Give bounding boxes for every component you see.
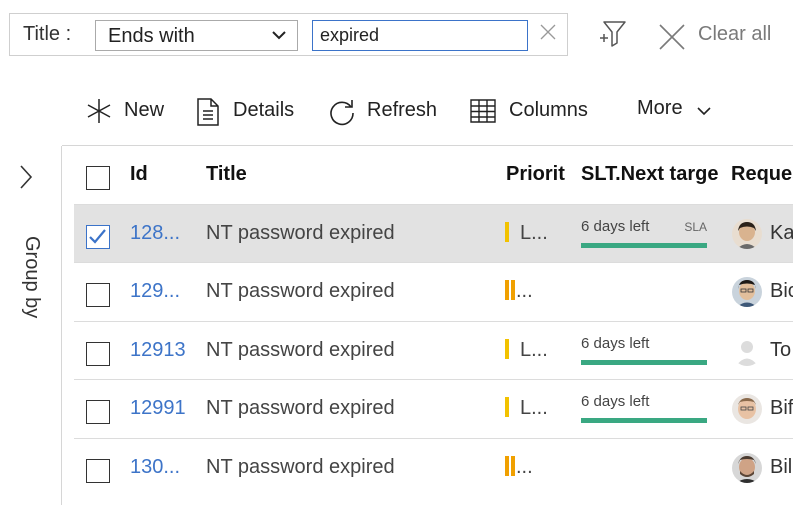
avatar — [732, 219, 762, 249]
row-title: NT password expired — [206, 397, 395, 419]
chevron-right-icon[interactable] — [17, 164, 35, 190]
column-header-requester[interactable]: Reques — [731, 163, 793, 186]
row-id-link[interactable]: 130... — [130, 456, 180, 479]
close-icon — [659, 24, 685, 50]
filter-operator-value: Ends with — [108, 25, 195, 47]
priority-indicator — [505, 339, 509, 359]
row-requester: Ka — [770, 222, 793, 244]
row-title: NT password expired — [206, 456, 395, 478]
grid-header: Id Title Priorit SLT.Next targe Reques — [74, 146, 793, 204]
sla-indicator: 6 days left SLA — [581, 218, 707, 248]
refresh-icon — [330, 100, 354, 126]
row-checkbox[interactable] — [86, 459, 110, 483]
sla-progress-bar — [581, 243, 707, 248]
priority-indicator — [511, 280, 515, 300]
table-icon — [470, 99, 496, 123]
column-header-sla[interactable]: SLT.Next targe — [581, 163, 723, 186]
filter-field-label: Title : — [23, 23, 72, 45]
row-priority: L... — [520, 397, 548, 419]
row-id-link[interactable]: 12913 — [130, 339, 186, 362]
row-checkbox[interactable] — [86, 400, 110, 424]
avatar — [732, 277, 762, 307]
row-requester: Bif — [770, 397, 793, 419]
more-label: More — [637, 97, 683, 119]
priority-indicator — [505, 397, 509, 417]
asterisk-icon — [87, 99, 111, 123]
avatar — [732, 453, 762, 483]
column-header-id[interactable]: Id — [130, 163, 148, 186]
row-id-link[interactable]: 129... — [130, 280, 180, 303]
row-priority: L... — [520, 222, 548, 244]
row-checkbox[interactable] — [86, 225, 110, 249]
row-priority: L... — [520, 339, 548, 361]
group-by-label: Group by — [21, 236, 43, 319]
row-checkbox[interactable] — [86, 283, 110, 307]
row-priority: ... — [516, 456, 533, 478]
details-label: Details — [233, 99, 295, 121]
select-all-checkbox[interactable] — [86, 166, 110, 190]
row-id-link[interactable]: 128... — [130, 222, 180, 245]
priority-indicator — [505, 222, 509, 242]
table-row[interactable]: 128... NT password expired L... 6 days l… — [74, 204, 793, 262]
column-header-priority[interactable]: Priorit — [506, 163, 570, 186]
more-button[interactable]: More — [637, 96, 717, 126]
filter-value-input[interactable] — [312, 20, 528, 51]
chevron-down-icon — [272, 31, 286, 40]
sla-indicator: 6 days left — [581, 393, 707, 423]
avatar — [732, 336, 762, 366]
row-title: NT password expired — [206, 339, 395, 361]
sla-progress-bar — [581, 418, 707, 423]
new-label: New — [124, 99, 165, 121]
filter-operator-select[interactable]: Ends with — [95, 20, 298, 51]
column-header-title[interactable]: Title — [206, 163, 247, 186]
row-id-link[interactable]: 12991 — [130, 397, 186, 420]
sla-tag: SLA — [684, 220, 707, 234]
row-requester: To — [770, 339, 792, 361]
row-requester: Bic — [770, 280, 793, 302]
filter-bar: Title : Ends with — [9, 13, 568, 56]
document-icon — [197, 98, 219, 126]
sla-remaining: 6 days left — [581, 218, 650, 235]
row-checkbox[interactable] — [86, 342, 110, 366]
table-row[interactable]: 12913 NT password expired L... 6 days le… — [74, 321, 793, 379]
add-filter-icon[interactable] — [598, 19, 628, 49]
sla-indicator: 6 days left — [581, 335, 707, 365]
table-row[interactable]: 12991 NT password expired L... 6 days le… — [74, 379, 793, 437]
priority-indicator — [505, 456, 509, 476]
records-grid: Id Title Priorit SLT.Next targe Reques 1… — [74, 146, 793, 505]
columns-label: Columns — [509, 99, 588, 121]
refresh-label: Refresh — [367, 99, 438, 121]
refresh-button[interactable]: Refresh — [328, 96, 440, 126]
columns-button[interactable]: Columns — [470, 96, 592, 126]
table-row[interactable]: 129... NT password expired ... Bic — [74, 262, 793, 320]
details-button[interactable]: Details — [196, 96, 300, 126]
avatar — [732, 394, 762, 424]
table-row[interactable]: 130... NT password expired ... Bil — [74, 438, 793, 496]
row-requester: Bil — [770, 456, 793, 478]
close-icon[interactable] — [539, 23, 557, 41]
sla-remaining: 6 days left — [581, 335, 650, 352]
sla-remaining: 6 days left — [581, 393, 650, 410]
group-by-rail[interactable]: Group by — [0, 146, 62, 505]
clear-all-label: Clear all — [698, 23, 772, 45]
row-priority: ... — [516, 280, 533, 302]
priority-indicator — [511, 456, 515, 476]
check-icon — [89, 229, 106, 244]
row-title: NT password expired — [206, 280, 395, 302]
priority-indicator — [505, 280, 509, 300]
row-title: NT password expired — [206, 222, 395, 244]
new-button[interactable]: New — [86, 96, 168, 126]
sla-progress-bar — [581, 360, 707, 365]
chevron-down-icon — [697, 107, 711, 116]
